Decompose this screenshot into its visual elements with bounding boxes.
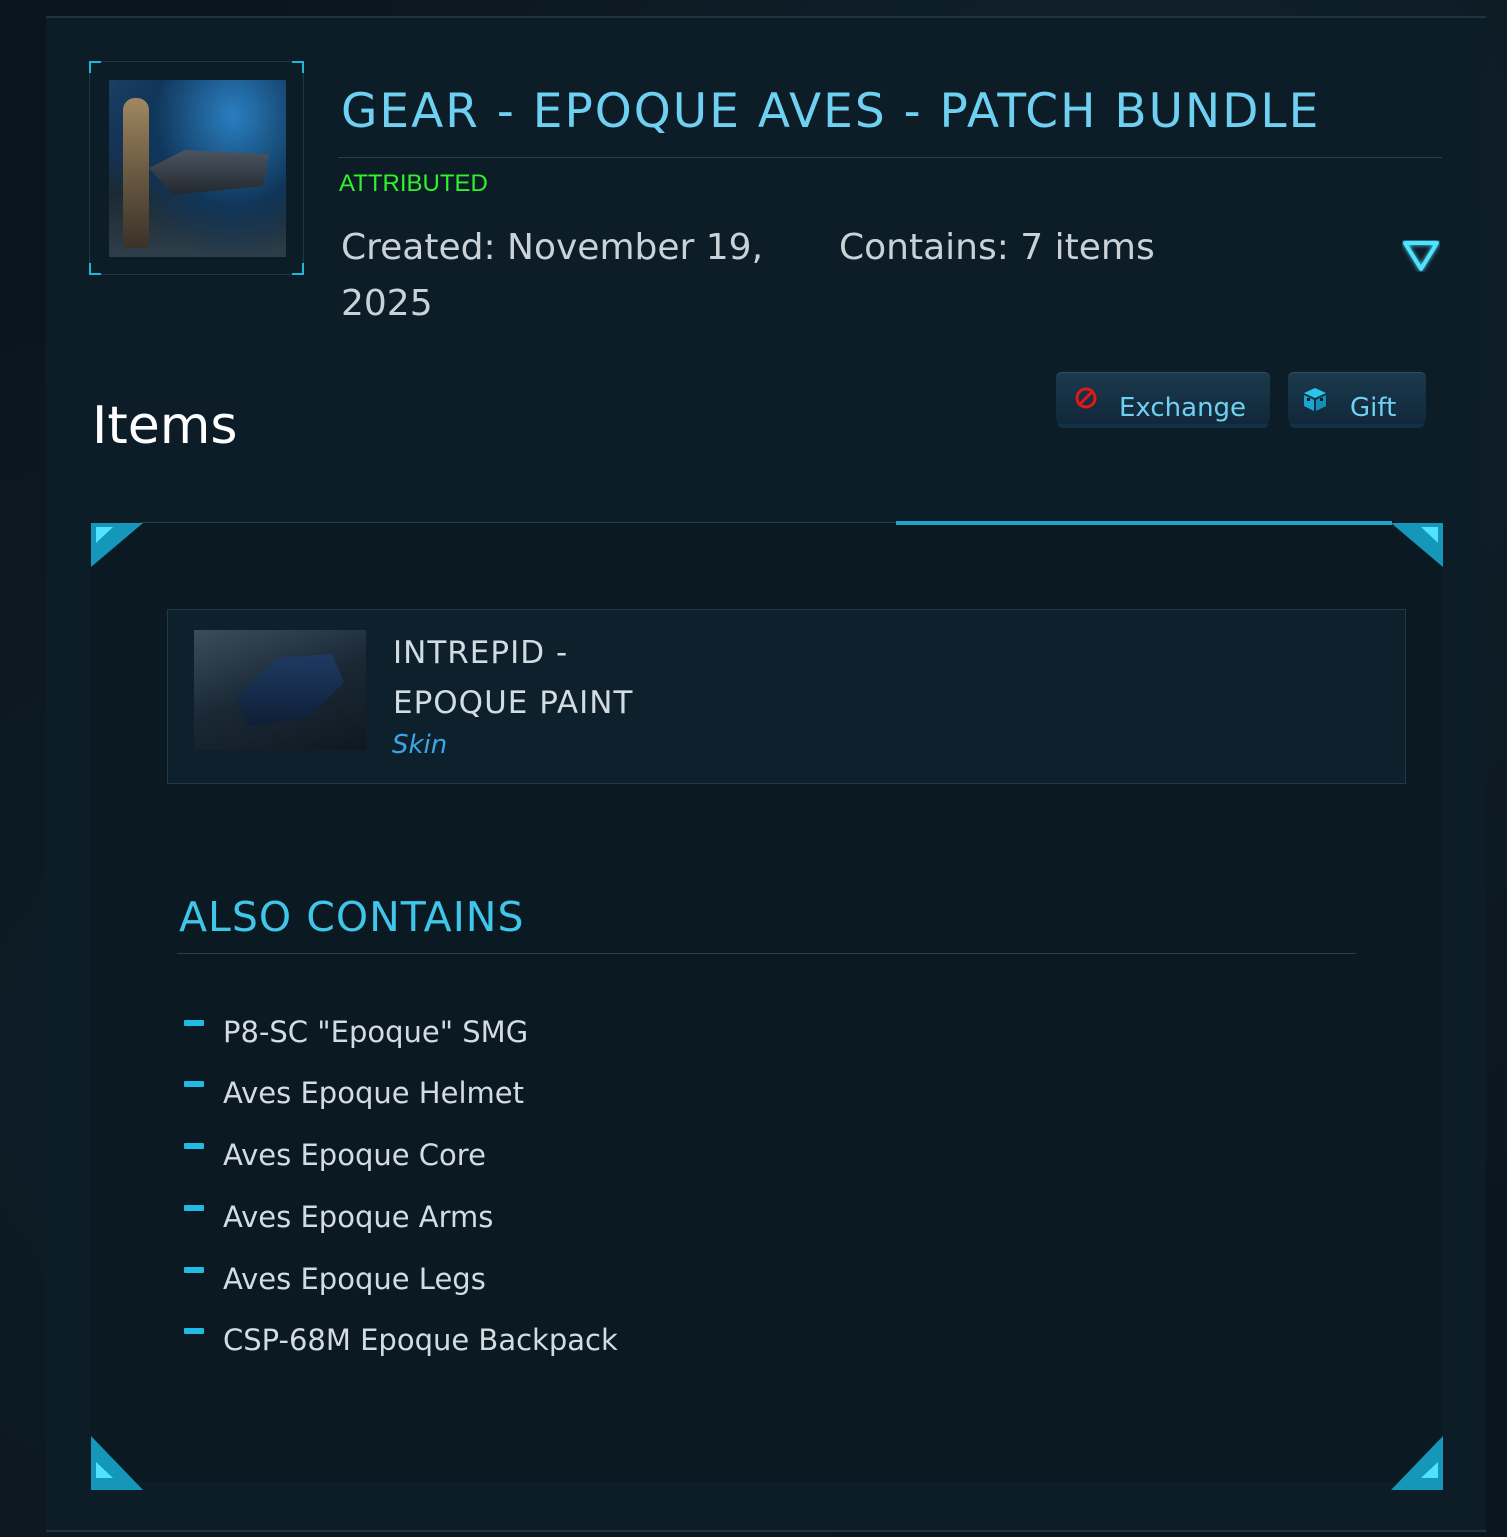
items-heading: Items — [92, 396, 238, 456]
exchange-button[interactable]: Exchange — [1056, 372, 1270, 424]
created-date: Created: November 19, 2025 — [341, 220, 781, 332]
dash-icon — [184, 1267, 204, 1273]
item-thumbnail — [194, 630, 366, 750]
corner-deco-bottom-right — [1391, 1436, 1443, 1490]
gift-button[interactable]: Gift — [1288, 372, 1426, 424]
dash-icon — [184, 1020, 204, 1026]
content-top-accent — [896, 521, 1392, 525]
dash-icon — [184, 1328, 204, 1334]
corner-deco-bottom-left — [91, 1436, 143, 1490]
created-line-2: 2025 — [341, 283, 433, 324]
exchange-label: Exchange — [1119, 393, 1247, 423]
bundle-thumbnail-frame — [89, 61, 304, 275]
created-line-1: Created: November 19, — [341, 227, 764, 268]
corner-deco-top-left — [91, 523, 143, 567]
item-name-line-2: EPOQUE PAINT — [393, 685, 634, 721]
bundle-thumbnail — [109, 80, 286, 257]
content-top-line — [140, 522, 896, 523]
chevron-down-icon[interactable] — [1402, 240, 1440, 272]
item-name-line-1: INTREPID - — [393, 635, 569, 671]
corner-deco-top-right — [1391, 523, 1443, 567]
list-item-text: CSP-68M Epoque Backpack — [223, 1323, 618, 1357]
list-item-text: Aves Epoque Arms — [223, 1200, 494, 1234]
list-item-text: Aves Epoque Helmet — [223, 1076, 524, 1110]
item-name: INTREPID - EPOQUE PAINT — [393, 628, 793, 728]
list-item-text: Aves Epoque Legs — [223, 1262, 486, 1296]
list-item-text: Aves Epoque Core — [223, 1138, 486, 1172]
prohibited-icon — [1075, 387, 1097, 409]
contains-count: Contains: 7 items — [839, 227, 1155, 268]
status-badge: ATTRIBUTED — [339, 170, 488, 197]
title-divider — [338, 157, 1442, 158]
dash-icon — [184, 1081, 204, 1087]
pledge-title: GEAR - EPOQUE AVES - PATCH BUNDLE — [341, 84, 1321, 139]
gift-label: Gift — [1350, 393, 1397, 423]
list-item-text: P8-SC "Epoque" SMG — [223, 1015, 529, 1049]
gift-icon — [1304, 388, 1326, 411]
dash-icon — [184, 1143, 204, 1149]
dash-icon — [184, 1205, 204, 1211]
item-type: Skin — [392, 730, 448, 760]
also-contains-heading: ALSO CONTAINS — [179, 893, 525, 941]
also-contains-divider — [177, 953, 1356, 954]
